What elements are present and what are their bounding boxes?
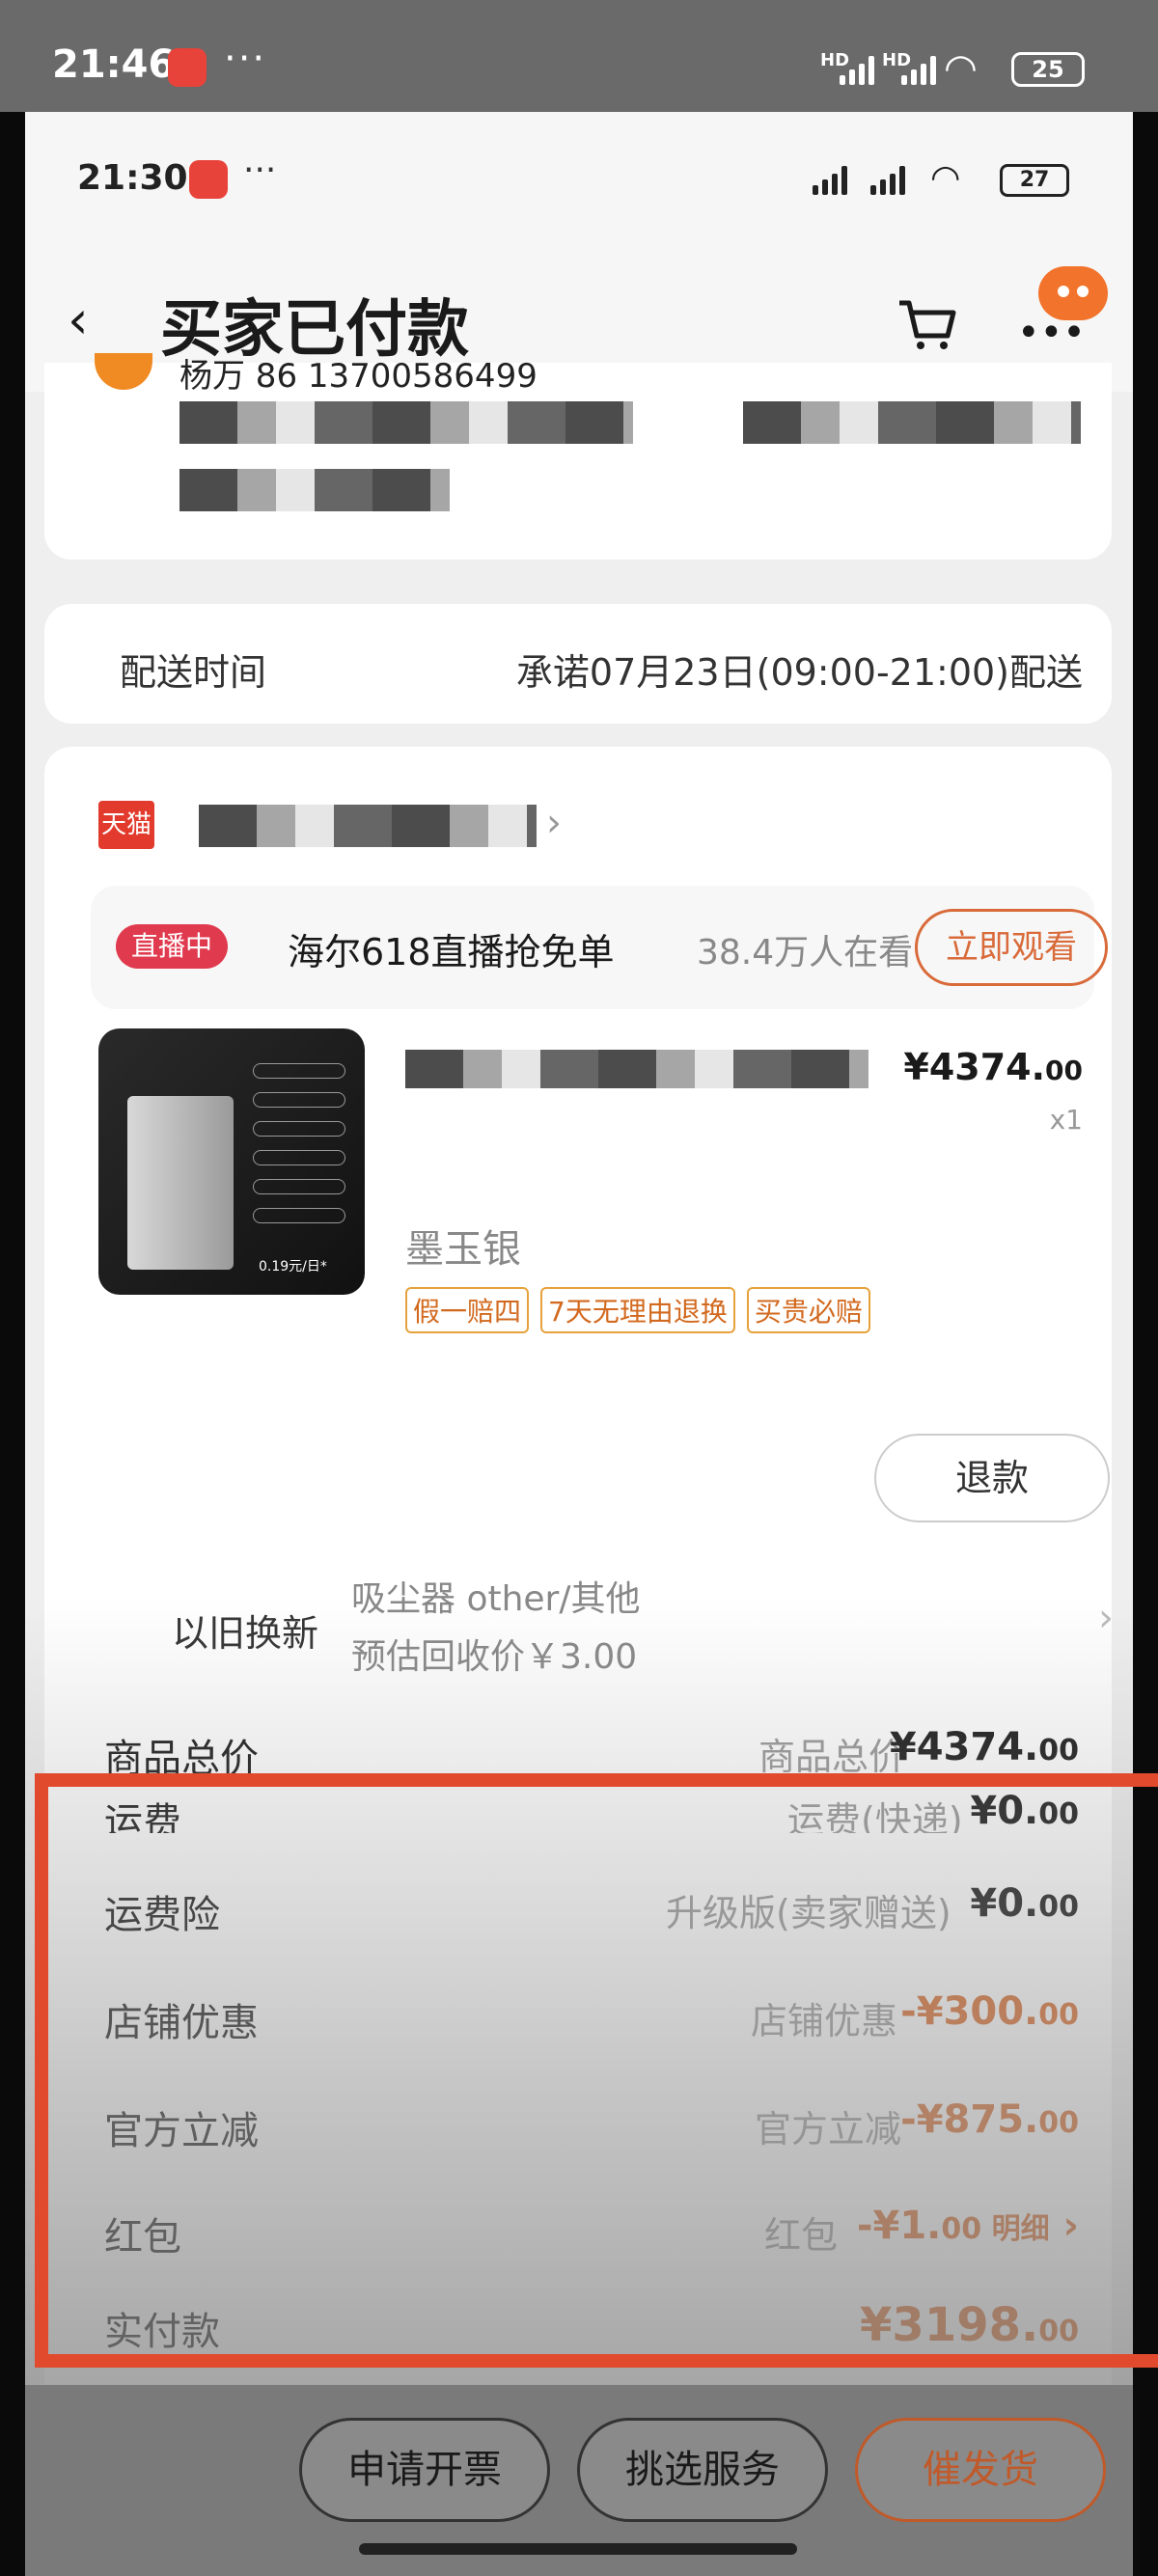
delivery-time-label: 配送时间 [120,651,267,694]
badge-fake-compensation: 假一赔四 [405,1287,530,1333]
address-card: 杨万 86 13700586499 [44,353,1112,560]
choose-service-button[interactable]: 挑选服务 [577,2418,828,2522]
location-check-icon [95,353,152,390]
signal-bars-1-icon [813,164,847,195]
trade-in-item: 吸尘器 other/其他 [351,1579,641,1619]
chevron-left-icon[interactable]: ‹ [68,289,89,350]
chevron-right-icon[interactable]: › [546,801,562,845]
live-title: 海尔618直播抢免单 [288,931,615,973]
subtotal-value: ¥4374.00 [889,1725,1079,1769]
live-stream-banner[interactable]: 直播中 海尔618直播抢免单 38.4万人在看 立即观看 [91,886,1108,1009]
water-purifier-image [127,1096,234,1270]
trade-in-row[interactable]: 以旧换新 吸尘器 other/其他 预估回收价￥3.00 › [44,1557,1114,1683]
delivery-time-card: 配送时间 承诺07月23日(09:00-21:00)配送 [44,604,1112,724]
chat-bubble-icon[interactable] [1038,266,1108,320]
redacted-product-title[interactable] [405,1050,868,1088]
live-viewers: 38.4万人在看 [697,933,914,973]
outer-status-bar: 21:46 ··· HD HD ◠ 25 [0,0,1158,112]
product-quantity: x1 [1049,1104,1083,1136]
trade-in-estimate: 预估回收价￥3.00 [351,1637,638,1677]
product-price: ¥4374.00 [903,1046,1083,1088]
battery-icon: 27 [1000,164,1069,197]
service-badges: 假一赔四 7天无理由退换 买贵必赔 [405,1287,870,1333]
frame-left-edge [0,112,25,2576]
chevron-right-icon: › [1098,1596,1114,1640]
product-thumbnail[interactable]: 0.19元/日* [98,1028,365,1295]
signal-bars-1-icon [840,52,874,85]
battery-icon: 25 [1011,52,1085,87]
trade-in-label: 以旧换新 [172,1612,319,1655]
signal-bars-2-icon [870,164,905,195]
watch-now-button[interactable]: 立即观看 [915,909,1108,986]
recipient-phone: 杨万 86 13700586499 [179,357,538,396]
inner-status-bar: 21:30 ··· ◠ 27 [25,112,1133,247]
badge-price-protect: 买贵必赔 [746,1287,870,1333]
wifi-icon: ◠ [944,46,978,91]
redacted-address [743,401,1081,444]
cart-icon[interactable] [894,289,961,357]
delivery-time-value: 承诺07月23日(09:00-21:00)配送 [515,651,1083,694]
urge-shipping-button[interactable]: 催发货 [855,2418,1106,2522]
outer-clock: 21:46 [52,42,176,87]
apply-invoice-button[interactable]: 申请开票 [299,2418,550,2522]
live-tag: 直播中 [116,924,229,969]
signal-bars-2-icon [901,52,936,85]
tmall-logo-icon: 天猫 [98,801,154,849]
app-notification-icon [168,48,207,87]
wifi-icon: ◠ [930,158,961,198]
more-notifications-icon: ··· [243,151,277,190]
badge-7day-return: 7天无理由退换 [540,1287,735,1333]
thumb-price-note: 0.19元/日* [259,1259,327,1274]
product-variant: 墨玉银 [405,1227,521,1272]
more-notifications-icon: ··· [224,37,267,81]
redacted-address-line [179,469,450,511]
refund-button[interactable]: 退款 [874,1434,1110,1522]
home-indicator[interactable] [359,2543,797,2555]
highlight-annotation-box [35,1773,1158,2368]
inner-clock: 21:30 [77,158,188,198]
app-notification-icon [189,160,228,199]
redacted-name [179,401,633,444]
redacted-store-name[interactable] [199,805,537,847]
